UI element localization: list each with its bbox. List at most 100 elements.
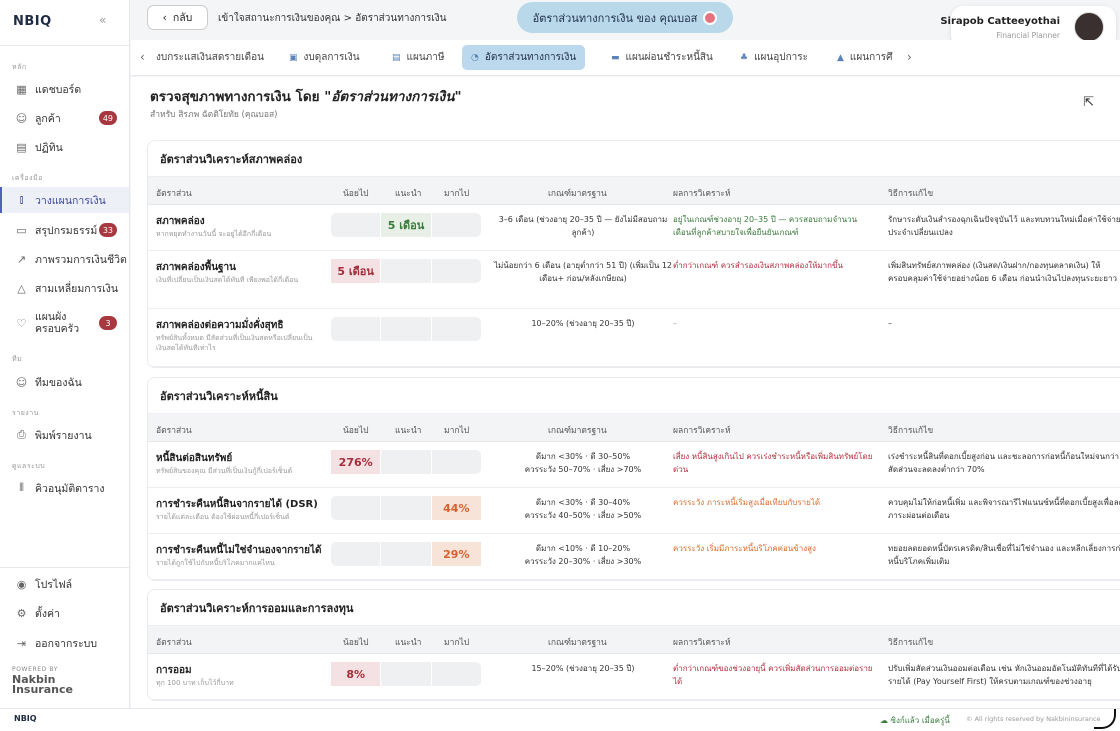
- column-header-ratio: อัตราส่วน: [156, 638, 192, 648]
- column-header-high: มากไป: [444, 189, 470, 199]
- remedy: ทยอยลดยอดหนี้บัตรเครดิต/สินเชื่อที่ไม่ใช…: [888, 544, 1120, 566]
- column-header-result: ผลการวิเคราะห์: [673, 638, 731, 648]
- ratio-gauge: [331, 317, 481, 341]
- sidebar-item-label: ภาพรวมการเงินชีวิต: [35, 253, 127, 266]
- divider: [0, 567, 129, 568]
- standard-criteria: 10–20% (ช่วงอายุ 20–35 ปี): [531, 319, 635, 328]
- column-header-result: ผลการวิเคราะห์: [673, 426, 731, 436]
- sidebar-item-life-overview[interactable]: ↗ ภาพรวมการเงินชีวิต: [0, 246, 129, 272]
- ratio-card: อัตราส่วนวิเคราะห์หนี้สินอัตราส่วน น้อยไป…: [147, 377, 1120, 581]
- balance-icon: ▣: [289, 52, 298, 63]
- chevron-right-icon[interactable]: ›: [907, 50, 912, 64]
- sidebar-item-dashboard[interactable]: ▦ แดชบอร์ด: [0, 76, 129, 102]
- count-badge: 49: [98, 111, 117, 125]
- ratio-description: ทุก 100 บาท เก็บไว้กี่บาท: [156, 679, 234, 687]
- settings-icon: ⚙: [16, 606, 27, 620]
- sidebar-item-clients[interactable]: ☺ ลูกค้า 49: [0, 105, 129, 131]
- table-header: อัตราส่วน น้อยไป แนะนำ มากไป เกณฑ์มาตรฐาน ผลก…: [148, 414, 1120, 442]
- column-header-high: มากไป: [444, 426, 470, 436]
- column-header-ratio: อัตราส่วน: [156, 426, 192, 436]
- table-header: อัตราส่วน น้อยไป แนะนำ มากไป เกณฑ์มาตรฐาน ผลก…: [148, 177, 1120, 205]
- gauge-high: [432, 450, 481, 474]
- section-label-system: ดูแลระบบ: [12, 462, 46, 470]
- column-header-std: เกณฑ์มาตรฐาน: [548, 189, 607, 199]
- profile-icon: ◉: [16, 577, 27, 591]
- gauge-recommended: [381, 317, 432, 341]
- sidebar-item-calendar[interactable]: ▤ ปฏิทิน: [0, 134, 129, 160]
- sidebar-item-label: โปรไฟล์: [35, 578, 73, 591]
- tab-balance-sheet[interactable]: ▣ งบดุลการเงิน: [280, 45, 369, 70]
- export-icon[interactable]: ⇱: [1083, 95, 1094, 110]
- tax-icon: ▤: [392, 52, 401, 63]
- team-icon: ☺: [15, 375, 28, 389]
- tab-financial-ratios[interactable]: ◔ อัตราส่วนทางการเงิน: [462, 45, 586, 70]
- card-title: อัตราส่วนวิเคราะห์หนี้สิน: [148, 378, 1120, 414]
- ratio-name: สภาพคล่องต่อความมั่งคั่งสุทธิ: [156, 320, 284, 331]
- standard-criteria: 3–6 เดือน (ช่วงอายุ 20–35 ปี — ยังไม่มีส…: [498, 215, 668, 237]
- count-badge: 3: [99, 316, 117, 330]
- sidebar-item-label: สามเหลี่ยมการเงิน: [35, 282, 119, 295]
- trend-icon: ↗: [16, 252, 27, 266]
- sidebar-item-my-team[interactable]: ☺ ทีมของฉัน: [0, 369, 129, 395]
- print-icon: ⎙: [17, 428, 26, 441]
- back-button[interactable]: ‹ กลับ: [147, 5, 208, 30]
- main-content: ตรวจสุขภาพทางการเงิน โดย "อัตราส่วนทางกา…: [131, 77, 1120, 708]
- avatar: [1074, 12, 1104, 42]
- user-role: Financial Planner: [996, 31, 1060, 40]
- card-title: อัตราส่วนวิเคราะห์สภาพคล่อง: [148, 141, 1120, 177]
- standard-criteria: ดีมาก <30% · ดี 30–50% ควรระวัง 50–70% ·…: [524, 452, 642, 474]
- section-label-main: หลัก: [12, 63, 27, 71]
- breadcrumb: เข้าใจสถานะการเงินของคุณ > อัตราส่วนทางก…: [218, 13, 447, 24]
- document-icon: ▭: [16, 223, 27, 237]
- chevron-left-icon: ‹: [162, 11, 167, 24]
- sidebar-item-label: ลูกค้า: [35, 112, 61, 125]
- section-label-team: ทีม: [12, 355, 23, 363]
- ratio-gauge: 276%: [331, 450, 481, 474]
- gauge-low: [331, 213, 382, 237]
- sidebar-item-label: แผนผัง ครอบครัว: [35, 311, 80, 335]
- chevron-left-icon[interactable]: ‹: [140, 50, 145, 64]
- tab-education-plan[interactable]: ▲ แผนการศึ: [828, 45, 901, 70]
- sidebar-item-profile[interactable]: ◉ โปรไฟล์: [0, 571, 129, 597]
- collapse-sidebar-icon[interactable]: «: [99, 13, 106, 27]
- ratio-name: สภาพคล่องพื้นฐาน: [156, 262, 237, 273]
- gauge-recommended: [381, 259, 432, 283]
- table-row: สภาพคล่อง หากหยุดทำงานวันนี้ จะอยู่ได้อีก…: [148, 205, 1120, 251]
- table-row: การออม ทุก 100 บาท เก็บไว้กี่บาท 8% 15–20% …: [148, 654, 1120, 700]
- sidebar-item-settings[interactable]: ⚙ ตั้งค่า: [0, 600, 129, 626]
- remedy: เร่งชำระหนี้สินที่ดอกเบี้ยสูงก่อน และชะล…: [888, 452, 1119, 474]
- remedy: รักษาระดับเงินสำรองฉุกเฉินปัจจุบันไว้ แล…: [888, 215, 1120, 237]
- sidebar-item-approval-queue[interactable]: ⫴ คิวอนุมัติตาราง: [0, 475, 129, 501]
- sidebar-item-financial-planning[interactable]: ⫾ วางแผนการเงิน: [0, 187, 129, 213]
- copyright: © All rights reserved by Nakbininsurance: [966, 715, 1101, 723]
- column-header-low: น้อยไป: [343, 426, 369, 436]
- tab-monthly-cashflow[interactable]: งบกระแสเงินสดรายเดือน: [147, 45, 273, 70]
- table-header: อัตราส่วน น้อยไป แนะนำ มากไป เกณฑ์มาตรฐาน ผลก…: [148, 626, 1120, 654]
- sidebar-item-family-tree[interactable]: ♡ แผนผัง ครอบครัว 3: [0, 307, 129, 339]
- remedy: ปรับเพิ่มสัดส่วนเงินออมต่อเดือน เช่น หัก…: [888, 664, 1120, 686]
- logout-icon: ⇥: [16, 636, 27, 650]
- tab-debt-plan[interactable]: ▬ แผนผ่อนชำระหนี้สิน: [602, 45, 722, 70]
- page-subtitle: สำหรับ สิรภพ ฉัตติโยทัย (คุณบอส): [150, 110, 278, 120]
- tab-dependents-plan[interactable]: ♣ แผนอุปการะ: [731, 45, 817, 70]
- ratio-icon: ◔: [471, 52, 479, 63]
- gauge-recommended: [381, 542, 432, 566]
- column-header-std: เกณฑ์มาตรฐาน: [548, 426, 607, 436]
- column-header-low: น้อยไป: [343, 189, 369, 199]
- user-name: Sirapob Catteeyothai: [940, 16, 1060, 27]
- sidebar-item-label: ทีมของฉัน: [35, 376, 82, 389]
- client-avatar: [703, 10, 718, 25]
- sidebar-item-logout[interactable]: ⇥ ออกจากระบบ: [0, 630, 129, 656]
- ratio-card: อัตราส่วนวิเคราะห์การออมและการลงทุน อัตรา…: [147, 589, 1120, 701]
- sidebar-item-label: คิวอนุมัติตาราง: [35, 482, 105, 495]
- tab-tax-plan[interactable]: ▤ แผนภาษี: [383, 45, 453, 70]
- analysis-result: เสี่ยง หนี้สินสูงเกินไป ควรเร่งชำระหนี้ห…: [673, 452, 873, 474]
- column-header-std: เกณฑ์มาตรฐาน: [548, 638, 607, 648]
- sidebar-item-policy-summary[interactable]: ▭ สรุปกรมธรรม์ 33: [0, 217, 129, 243]
- ratio-description: เงินที่เปลี่ยนเป็นเงินสดได้ทันที เพียงพอ…: [156, 276, 299, 284]
- sidebar-item-triangle[interactable]: △ สามเหลี่ยมการเงิน: [0, 275, 129, 301]
- sidebar-item-print-report[interactable]: ⎙ พิมพ์รายงาน: [0, 422, 129, 448]
- brand-swoosh: [1094, 709, 1116, 729]
- gauge-low: [331, 496, 382, 520]
- gauge-high: [432, 317, 481, 341]
